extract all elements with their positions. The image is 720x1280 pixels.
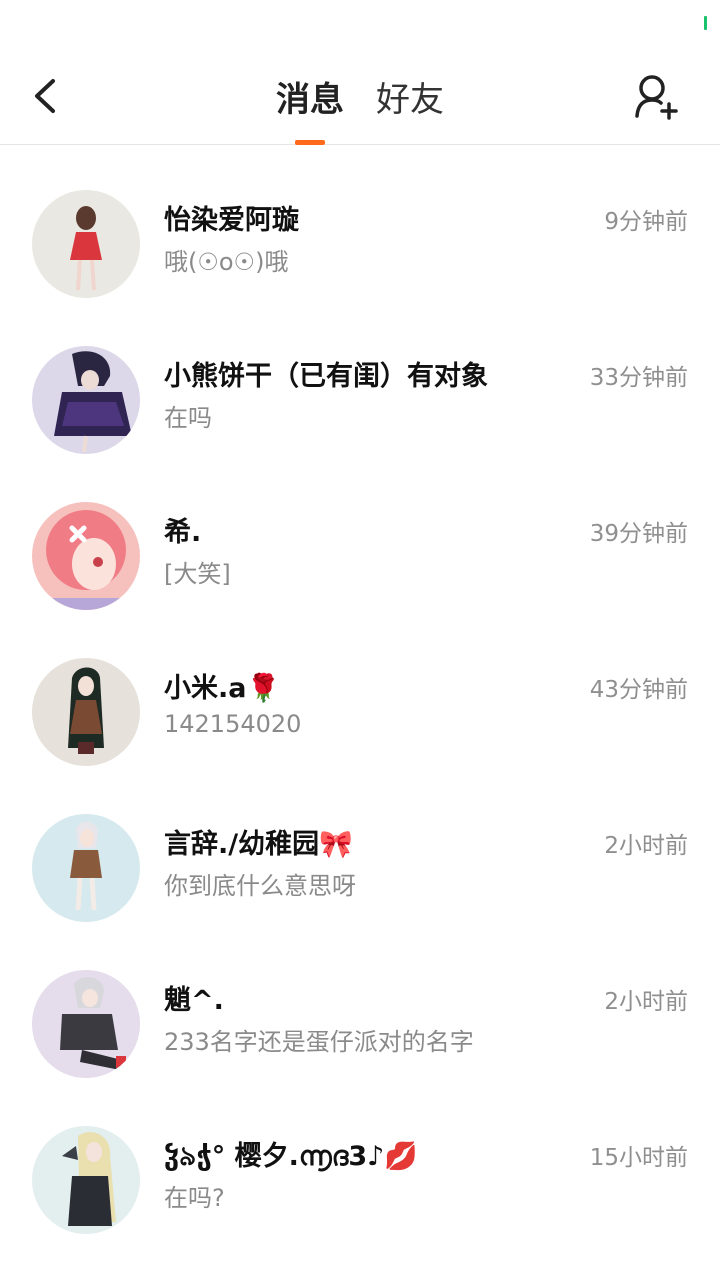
tab-friends-label: 好友 xyxy=(376,80,444,120)
conversation-row[interactable]: ჴ৯ჭ° 樱夕.൬ദ3♪💋 在吗? 15小时前 xyxy=(0,1082,720,1238)
timestamp: 33分钟前 xyxy=(589,365,688,391)
message-preview: [大笑] xyxy=(164,560,231,588)
contact-name: 希. xyxy=(164,517,202,548)
add-friend-button[interactable] xyxy=(628,70,684,124)
timestamp: 15小时前 xyxy=(589,1145,688,1171)
conversation-row[interactable]: 小熊饼干（已有闺）有对象 在吗 33分钟前 xyxy=(0,302,720,458)
message-preview: 在吗 xyxy=(164,404,212,432)
avatar-image xyxy=(32,970,140,1078)
status-bar xyxy=(0,0,720,48)
message-preview: 哦(☉o☉)哦 xyxy=(164,248,289,276)
avatar-image xyxy=(32,346,140,454)
tab-friends[interactable]: 好友 xyxy=(360,48,460,145)
contact-name: 言辞./幼稚园🎀 xyxy=(164,829,353,860)
add-user-icon xyxy=(635,75,678,120)
conversation-row[interactable]: 怡染爱阿璇 哦(☉o☉)哦 9分钟前 xyxy=(0,146,720,302)
header: 消息 好友 xyxy=(0,48,720,145)
avatar[interactable] xyxy=(32,502,140,610)
message-preview: 在吗? xyxy=(164,1184,225,1212)
conversation-row[interactable]: 小米.a🌹 142154020 43分钟前 xyxy=(0,614,720,770)
timestamp: 43分钟前 xyxy=(589,677,688,703)
timestamp: 2小时前 xyxy=(604,989,688,1015)
avatar[interactable] xyxy=(32,1126,140,1234)
timestamp: 39分钟前 xyxy=(589,521,688,547)
avatar[interactable] xyxy=(32,970,140,1078)
message-preview: 233名字还是蛋仔派对的名字 xyxy=(164,1028,474,1056)
avatar-image xyxy=(32,190,140,298)
active-tab-indicator xyxy=(295,140,325,145)
contact-name: 怡染爱阿璇 xyxy=(164,205,299,236)
avatar-image xyxy=(32,814,140,922)
tab-messages-label: 消息 xyxy=(276,80,344,120)
avatar-image xyxy=(32,1126,140,1234)
tab-bar: 消息 好友 xyxy=(0,48,720,145)
avatar-image xyxy=(32,502,140,610)
message-preview: 142154020 xyxy=(164,710,302,738)
avatar[interactable] xyxy=(32,814,140,922)
conversation-row[interactable]: 言辞./幼稚园🎀 你到底什么意思呀 2小时前 xyxy=(0,770,720,926)
tab-messages[interactable]: 消息 xyxy=(260,48,360,145)
conversation-list: 怡染爱阿璇 哦(☉o☉)哦 9分钟前 小熊饼干（已有闺）有对象 在吗 33分钟前 xyxy=(0,146,720,1238)
avatar[interactable] xyxy=(32,658,140,766)
message-preview: 你到底什么意思呀 xyxy=(164,872,356,900)
avatar[interactable] xyxy=(32,190,140,298)
avatar-image xyxy=(32,658,140,766)
contact-name: 魈^. xyxy=(164,985,224,1016)
contact-name: 小熊饼干（已有闺）有对象 xyxy=(164,361,488,392)
contact-name: ჴ৯ჭ° 樱夕.൬ദ3♪💋 xyxy=(164,1141,418,1172)
timestamp: 9分钟前 xyxy=(604,209,688,235)
timestamp: 2小时前 xyxy=(604,833,688,859)
avatar[interactable] xyxy=(32,346,140,454)
contact-name: 小米.a🌹 xyxy=(164,673,281,704)
status-indicator xyxy=(704,16,707,30)
conversation-row[interactable]: 希. [大笑] 39分钟前 xyxy=(0,458,720,614)
conversation-row[interactable]: 魈^. 233名字还是蛋仔派对的名字 2小时前 xyxy=(0,926,720,1082)
